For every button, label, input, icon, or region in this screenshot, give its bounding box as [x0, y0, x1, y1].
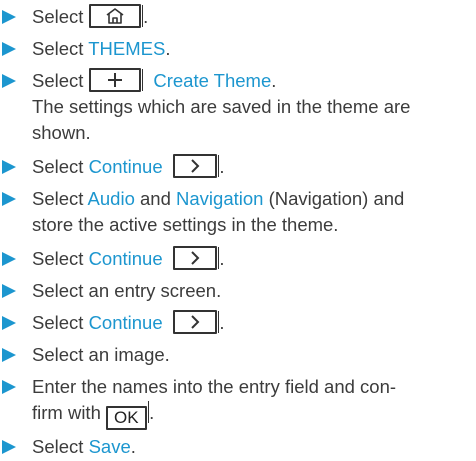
chevron-key	[172, 310, 217, 334]
step-5-prefix: Select	[32, 188, 88, 209]
chevron-right-icon	[191, 159, 200, 173]
step-11-suffix: .	[130, 436, 136, 457]
step-11-keyword: Save	[88, 436, 131, 457]
step-4-prefix: Select	[32, 156, 89, 177]
triangle-bullet-icon	[2, 316, 16, 330]
step-10-line-2-prefix: firm with	[32, 402, 106, 423]
triangle-bullet-icon	[2, 10, 16, 24]
step-2-suffix: .	[165, 38, 171, 59]
step-2-prefix: Select	[32, 38, 89, 59]
step-8-keyword: Continue	[88, 312, 163, 333]
ok-key: OK	[106, 406, 147, 430]
step-1-prefix: Select	[32, 6, 89, 27]
step-8-suffix: .	[219, 312, 225, 333]
step-1-suffix: .	[143, 6, 149, 27]
triangle-bullet-icon	[2, 74, 16, 88]
step-5-suffix: (Navigation) and	[263, 188, 405, 209]
step-6-prefix: Select	[32, 248, 89, 269]
triangle-bullet-icon	[2, 42, 16, 56]
step-3-description-end: shown.	[32, 122, 91, 143]
plus-icon	[107, 73, 122, 87]
step-5-mid: and	[134, 188, 177, 209]
triangle-bullet-icon	[2, 252, 16, 266]
step-5-keyword-navigation: Navigation	[176, 188, 264, 209]
step-4-suffix: .	[219, 156, 225, 177]
step-3-keyword: Create Theme	[153, 70, 272, 91]
triangle-bullet-icon	[2, 380, 16, 394]
home-icon	[106, 8, 124, 24]
chevron-key	[172, 154, 217, 178]
plus-key	[88, 68, 141, 92]
triangle-bullet-icon	[2, 192, 16, 206]
step-2-keyword: THEMES	[88, 38, 166, 59]
step-6-suffix: .	[219, 248, 225, 269]
step-7-text: Select an entry screen.	[32, 280, 222, 301]
triangle-bullet-icon	[2, 440, 16, 454]
triangle-bullet-icon	[2, 160, 16, 174]
step-10-line-2-suffix: .	[149, 402, 155, 423]
step-3-suffix: .	[271, 70, 277, 91]
step-8-prefix: Select	[32, 312, 89, 333]
chevron-right-icon	[191, 315, 200, 329]
key-end-bar	[141, 69, 144, 91]
triangle-bullet-icon	[2, 284, 16, 298]
triangle-bullet-icon	[2, 348, 16, 362]
step-3-description: The settings which are saved in the them…	[32, 96, 411, 117]
step-10-text: Enter the names into the entry field and…	[32, 376, 397, 397]
step-3-prefix: Select	[32, 70, 89, 91]
step-5-keyword-audio: Audio	[87, 188, 135, 209]
chevron-key	[172, 246, 217, 270]
step-5-description: store the active settings in the theme.	[32, 214, 339, 235]
step-6-keyword: Continue	[88, 248, 163, 269]
step-11-prefix: Select	[32, 436, 89, 457]
step-9-text: Select an image.	[32, 344, 170, 365]
step-4-keyword: Continue	[88, 156, 163, 177]
chevron-right-icon	[191, 251, 200, 265]
home-key	[88, 4, 141, 28]
